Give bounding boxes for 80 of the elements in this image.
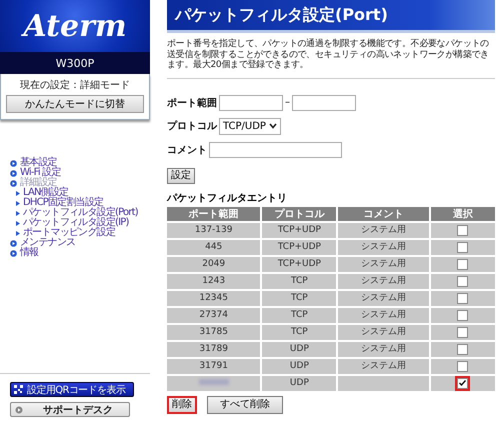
table-cell: システム用 (338, 274, 429, 288)
table-cell: 1243 (167, 274, 260, 288)
bullet-icon (10, 250, 17, 256)
table-cell: TCP (262, 274, 336, 288)
column-header: プロトコル (262, 206, 336, 220)
checkbox[interactable] (457, 344, 468, 354)
nav-subitem[interactable]: パケットフィルタ設定(IP) (16, 218, 150, 228)
table-cell: 31791 (167, 358, 260, 374)
nav-subitem[interactable]: パケットフィルタ設定(Port) (16, 208, 150, 218)
nav-item[interactable]: Wi-Fi 設定 (10, 168, 150, 178)
port-range-label: ポート範囲 (167, 96, 217, 110)
table-cell: 31789 (167, 342, 260, 356)
nav-subitem[interactable]: ポートマッピング設定 (16, 228, 150, 238)
comment-field[interactable] (209, 142, 342, 158)
play-icon (15, 406, 23, 414)
submit-button[interactable]: 設定 (167, 168, 195, 184)
bullet-icon (10, 160, 17, 166)
table-title: パケットフィルタエントリ (167, 192, 288, 204)
comment-label: コメント (167, 144, 207, 156)
table-cell: UDP (262, 376, 336, 390)
support-desk-button[interactable]: サポートデスク (10, 402, 130, 417)
column-header: ポート範囲 (167, 206, 260, 220)
model-name: W300P (0, 52, 150, 74)
table-cell: UDP (262, 358, 336, 374)
table-cell: システム用 (338, 324, 429, 340)
table-cell: システム用 (338, 308, 429, 322)
chevron-icon (268, 123, 277, 129)
column-header: 選択 (430, 206, 495, 220)
table-cell: 445 (167, 240, 260, 254)
bullet-icon (10, 240, 17, 246)
table-cell: TCP+UDP (262, 256, 336, 272)
table-cell: UDP (262, 342, 336, 356)
table-cell: システム用 (338, 256, 429, 272)
port-start-field[interactable] (219, 94, 283, 110)
nav-item[interactable]: 基本設定 (10, 158, 150, 168)
table-cell: システム用 (338, 342, 429, 356)
protocol-label: プロトコル (167, 119, 217, 133)
bullet-icon (10, 170, 17, 176)
page-title: パケットフィルタ設定(Port) (167, 0, 495, 33)
table-cell: 27374 (167, 308, 260, 322)
table-cell: TCP+UDP (262, 240, 336, 254)
checkmark-icon (459, 380, 466, 386)
mode-switch-button[interactable]: かんたんモードに切替 (6, 95, 144, 113)
bullet-icon (10, 180, 17, 186)
nav-subitem[interactable]: LAN側設定 (16, 188, 150, 198)
delete-button[interactable]: 削除 (167, 396, 197, 414)
checkbox[interactable] (457, 326, 468, 338)
description: ポート番号を指定して、パケットの通過を制限する機能です。不必要なパケットの送受信を制限することができるので、セキュリティの高いネットワークが構築できます。最大20個まで登録できます。 (167, 39, 495, 78)
table-cell: 31785 (167, 324, 260, 340)
checkbox[interactable] (457, 224, 468, 236)
table-cell: システム用 (338, 358, 429, 374)
blurred-text (198, 379, 229, 385)
table-cell: 2049 (167, 256, 260, 272)
port-end-field[interactable] (292, 94, 356, 110)
range-dash: – (285, 97, 290, 108)
table-cell: TCP (262, 324, 336, 340)
checkbox[interactable] (457, 360, 468, 372)
table-cell: システム用 (338, 240, 429, 254)
mode-label: 現在の設定：詳細モード (20, 78, 130, 92)
column-header: コメント (338, 206, 429, 220)
checkbox[interactable] (457, 258, 468, 270)
nav-subitem[interactable]: DHCP固定割当設定 (16, 198, 150, 208)
checkbox[interactable] (457, 242, 468, 252)
delete-button[interactable]: すべて削除 (207, 396, 283, 414)
table-cell: システム用 (338, 222, 429, 238)
table-cell: TCP (262, 308, 336, 322)
table-cell: 137-139 (167, 222, 260, 238)
logo: Aterm (23, 8, 127, 44)
table-cell: TCP (262, 290, 336, 306)
table-cell: システム用 (338, 290, 429, 306)
table-cell: TCP+UDP (262, 222, 336, 238)
qr-icon (14, 385, 23, 394)
checkbox[interactable] (457, 276, 468, 286)
table-cell: 12345 (167, 290, 260, 306)
nav-item[interactable]: 情報 (10, 248, 150, 258)
protocol-select[interactable]: TCP/UDP (219, 118, 281, 134)
qr-code-button[interactable]: 設定用QRコードを表示 (10, 382, 134, 397)
nav-item[interactable]: メンテナンス (10, 238, 150, 248)
checkbox[interactable] (457, 292, 468, 304)
checkbox[interactable] (457, 310, 468, 320)
